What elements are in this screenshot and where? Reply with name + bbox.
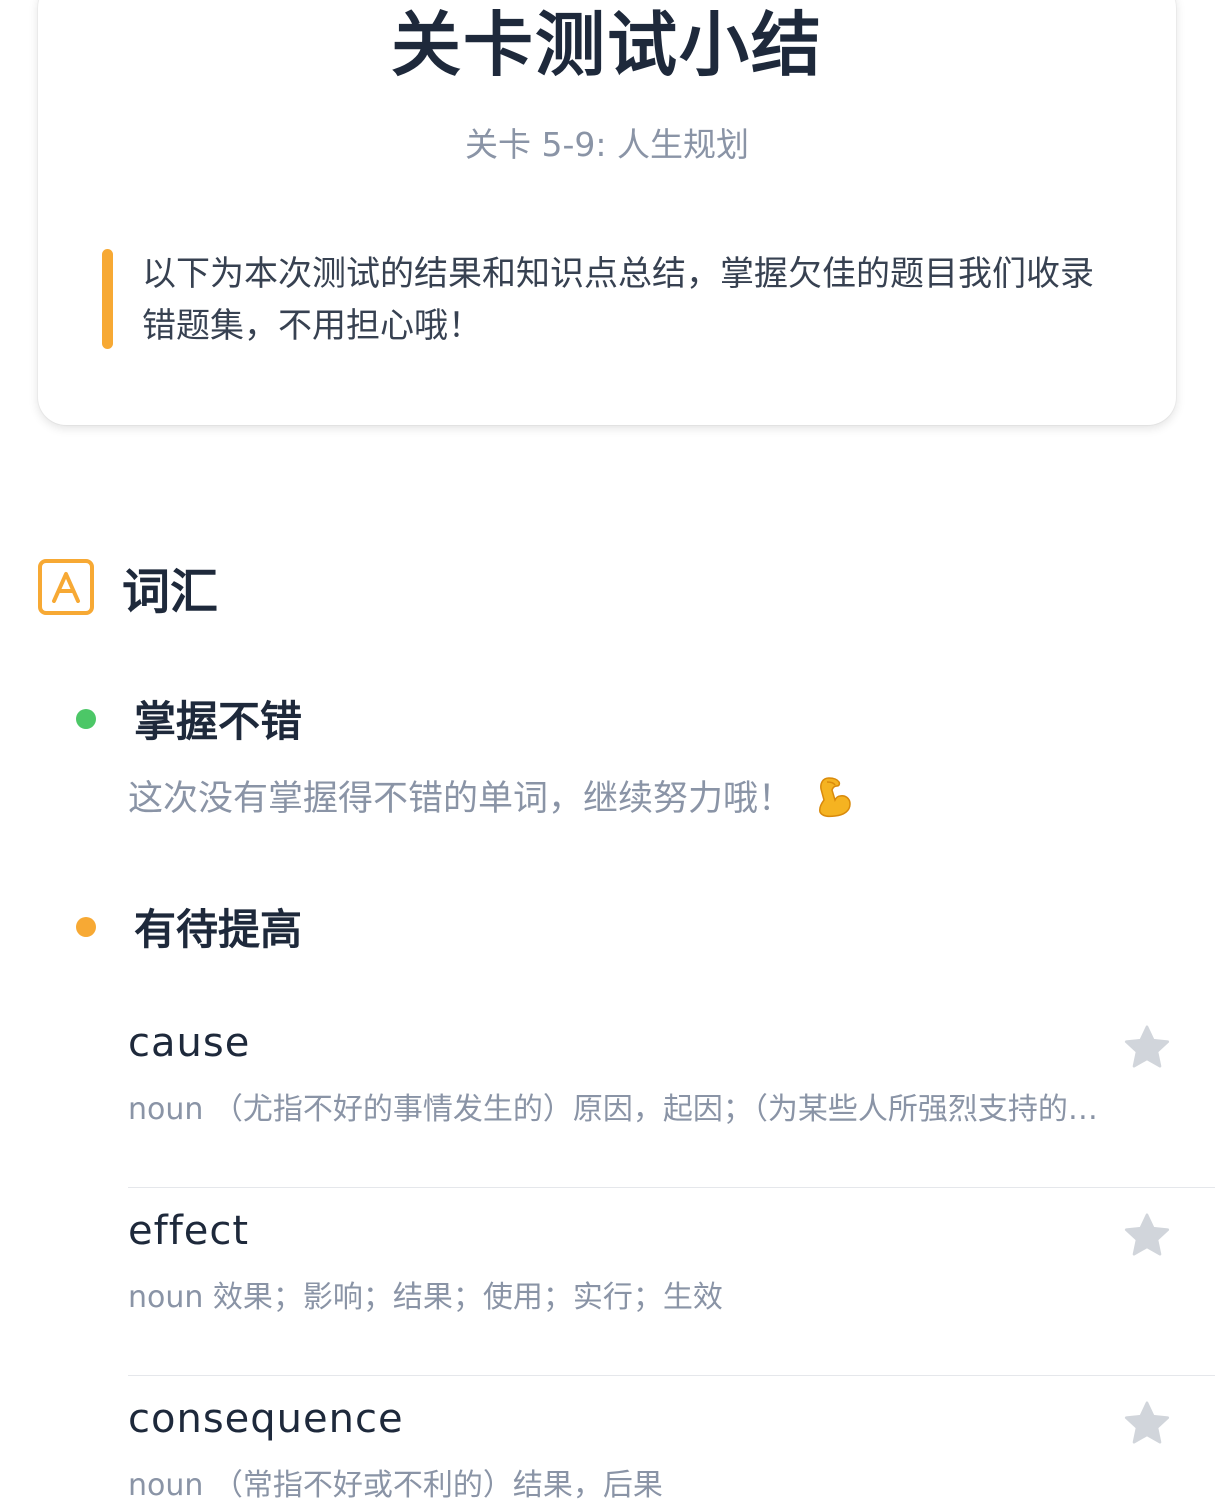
green-dot-icon [76,708,96,729]
intro-text: 以下为本次测试的结果和知识点总结，掌握欠佳的题目我们收录错题集，不用担心哦！ [142,254,1094,346]
word-item[interactable]: cause noun （尤指不好的事情发生的）原因，起因；（为某些人所强烈支持的… [128,1000,1215,1188]
word-text: effect [128,1208,250,1254]
good-mastery-message: 这次没有掌握得不错的单词，继续努力哦！ [128,770,853,821]
page-title: 关卡测试小结 [391,4,823,86]
vocab-icon [38,559,94,615]
word-item[interactable]: effect noun 效果；影响；结果；使用；实行；生效 [128,1188,1215,1376]
word-text: consequence [128,1396,404,1442]
section-title: 词汇 [122,564,219,620]
star-icon[interactable] [1121,1398,1173,1450]
word-definition: noun （尤指不好的事情发生的）原因，起因；（为某些人所强烈支持的… [128,1092,1098,1127]
level-subtitle: 关卡 5-9: 人生规划 [465,125,749,164]
good-mastery-title: 掌握不错 [134,697,303,746]
flexed-biceps-icon [819,776,851,817]
star-icon[interactable] [1121,1210,1173,1262]
good-mastery-text: 这次没有掌握得不错的单词，继续努力哦！ [128,779,794,819]
word-item[interactable]: consequence noun （常指不好或不利的）结果，后果 [128,1376,1215,1510]
needs-improvement-header: 有待提高 [76,896,302,957]
star-icon[interactable] [1121,1022,1173,1074]
needs-improvement-title: 有待提高 [134,905,303,954]
intro-quote: 以下为本次测试的结果和知识点总结，掌握欠佳的题目我们收录错题集，不用担心哦！ [102,248,1112,352]
good-mastery-header: 掌握不错 [76,688,302,749]
vocab-section-header: 词汇 [38,558,218,620]
quote-accent-bar [102,249,113,349]
summary-card: 关卡测试小结 关卡 5-9: 人生规划 以下为本次测试的结果和知识点总结，掌握欠… [38,0,1176,425]
word-definition: noun 效果；影响；结果；使用；实行；生效 [128,1280,723,1315]
orange-dot-icon [76,916,96,937]
word-definition: noun （常指不好或不利的）结果，后果 [128,1468,663,1503]
word-text: cause [128,1020,251,1066]
